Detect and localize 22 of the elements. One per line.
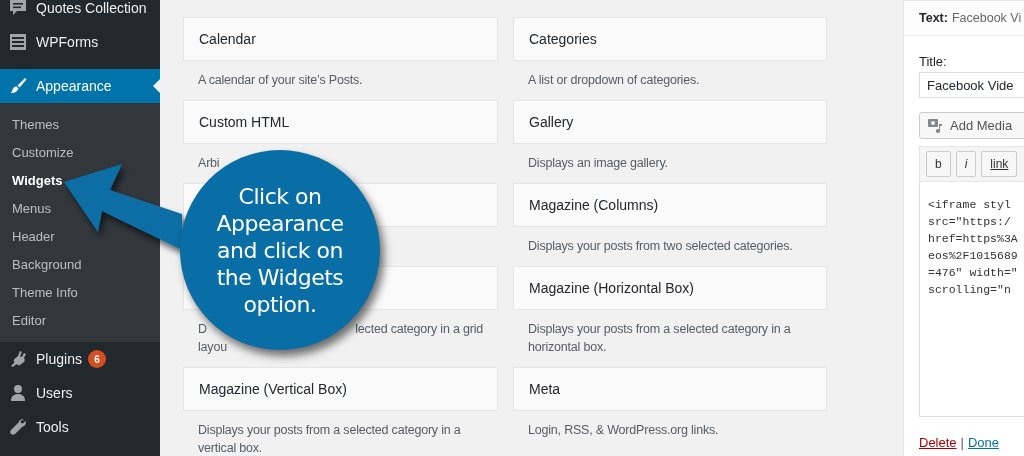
link-separator: |	[960, 435, 964, 450]
widget-description: Displays an image gallery.	[528, 156, 668, 170]
widget-name: Facebook Vi	[951, 11, 1022, 25]
widget-description: lected category in a grid	[355, 321, 483, 338]
widget-description: layou	[198, 339, 227, 356]
widget-description: Arbi	[198, 156, 220, 170]
menu-label: Users	[36, 385, 73, 401]
widget-description: A calendar of your site’s Posts.	[198, 73, 363, 87]
menu-label: Appearance	[36, 78, 112, 94]
widget-type-label: Text:	[919, 11, 948, 25]
widget-description: D	[198, 321, 207, 338]
widget-description: Displays your posts from two selected categories.	[528, 239, 793, 253]
menu-label: Quotes Collection	[36, 0, 147, 16]
widget-description: Displays your posts from a selected category in a vertical box.	[198, 423, 461, 455]
menu-label: Tools	[36, 419, 69, 435]
update-count-badge: 6	[87, 350, 106, 368]
menu-label: Plugins	[36, 351, 82, 367]
menu-label: WPForms	[36, 34, 99, 50]
widget-description: Login, RSS, & WordPress.org links.	[528, 423, 719, 437]
widget-description: Displays your posts from a selected category in a horizontal box.	[528, 322, 791, 354]
widget-description: A list or dropdown of categories.	[528, 73, 700, 87]
title-label: Title:	[919, 54, 948, 69]
